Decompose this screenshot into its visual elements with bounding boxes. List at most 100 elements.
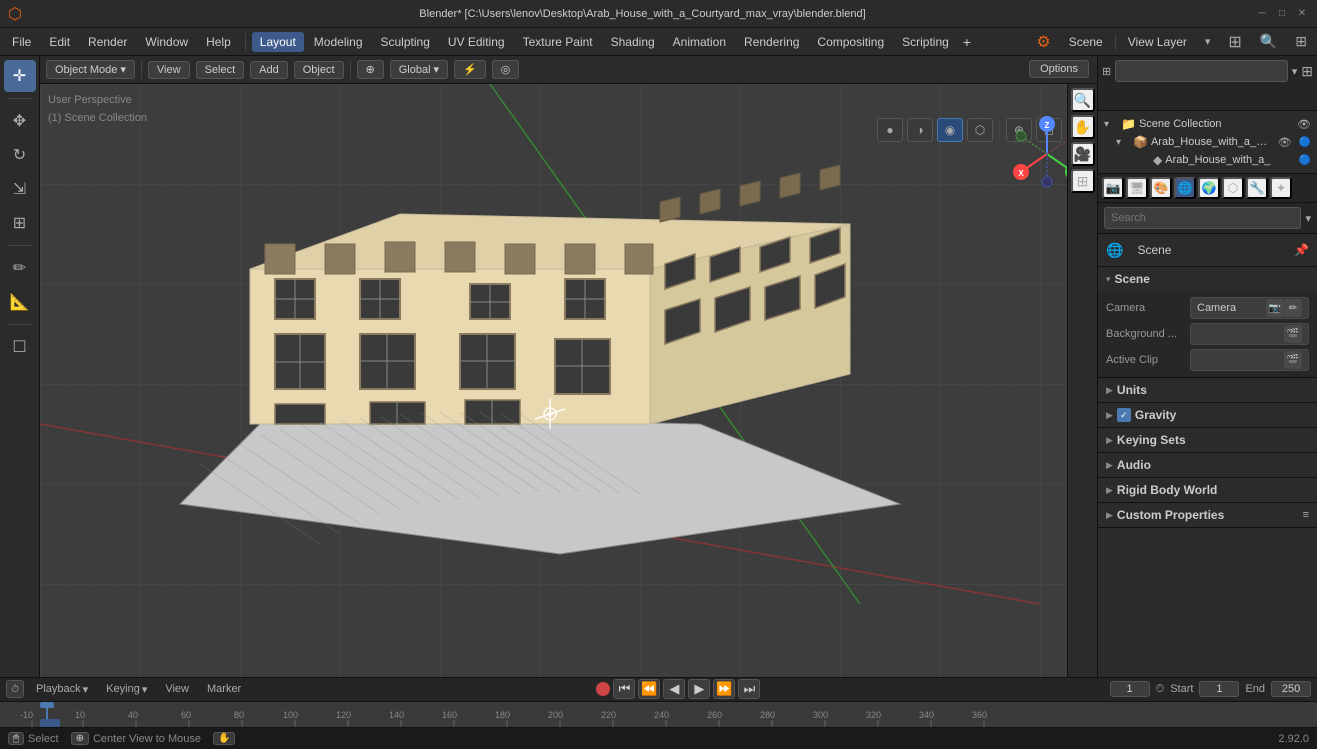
arab-house-render-vis[interactable]: 🔵: [1299, 137, 1311, 148]
tab-uv-editing[interactable]: UV Editing: [440, 32, 513, 52]
custom-props-menu[interactable]: ≡: [1303, 509, 1309, 521]
transform-tool-button[interactable]: ⊞: [4, 207, 36, 239]
custom-props-header[interactable]: ▶ Custom Properties ≡: [1098, 503, 1317, 527]
select-menu-button[interactable]: Select: [196, 61, 245, 79]
prop-render-tab[interactable]: 📷: [1102, 177, 1124, 199]
keying-sets-header[interactable]: ▶ Keying Sets: [1098, 428, 1317, 452]
tab-texture-paint[interactable]: Texture Paint: [515, 32, 601, 52]
tab-scripting[interactable]: Scripting: [894, 32, 957, 52]
restore-button[interactable]: □: [1275, 7, 1289, 21]
arab-house-collection-item[interactable]: ▾ 📦 Arab_House_with_a_Cou 👁 🔵: [1116, 133, 1311, 151]
play-backward-button[interactable]: ◀: [663, 679, 685, 699]
menu-help[interactable]: Help: [198, 32, 239, 52]
scene-collection-item[interactable]: ▾ 📁 Scene Collection 👁: [1104, 115, 1311, 133]
skip-to-end-button[interactable]: ⏭: [738, 679, 760, 699]
next-keyframe-button[interactable]: ⏩: [713, 679, 735, 699]
rigid-body-header[interactable]: ▶ Rigid Body World: [1098, 478, 1317, 502]
units-section-header[interactable]: ▶ Units: [1098, 378, 1317, 402]
cursor-tool-button[interactable]: ✛: [4, 60, 36, 92]
view-menu-button[interactable]: View: [159, 681, 195, 697]
gravity-section-header[interactable]: ▶ ✓ Gravity: [1098, 403, 1317, 427]
measure-tool-button[interactable]: 📐: [4, 286, 36, 318]
viewport-shading-rendered[interactable]: ●: [877, 118, 903, 142]
prop-world-tab[interactable]: 🌍: [1198, 177, 1220, 199]
viewport-shading-preview[interactable]: ◑: [907, 118, 933, 142]
zoom-button[interactable]: 🔍: [1071, 88, 1095, 112]
viewport-shading-solid[interactable]: ◉: [937, 118, 963, 142]
menu-edit[interactable]: Edit: [41, 32, 78, 52]
render-slots-icon[interactable]: ⊞: [1222, 30, 1247, 54]
timeline-track[interactable]: -10 10 40 60 80 100 120 140 160 180 200 …: [0, 702, 1317, 727]
tab-compositing[interactable]: Compositing: [809, 32, 892, 52]
proportional-button[interactable]: ◎: [492, 60, 520, 79]
viewport-shading-wireframe[interactable]: ⬡: [967, 118, 993, 142]
viewport-canvas[interactable]: User Perspective (1) Scene Collection ● …: [40, 84, 1097, 677]
mesh-render-vis[interactable]: 🔵: [1299, 155, 1311, 166]
tab-rendering[interactable]: Rendering: [736, 32, 807, 52]
arab-house-mesh-item[interactable]: ◆ Arab_House_with_a_ 🔵: [1140, 151, 1311, 169]
object-menu-button[interactable]: Object: [294, 61, 344, 79]
menu-file[interactable]: File: [4, 32, 39, 52]
record-button[interactable]: [596, 682, 610, 696]
tab-sculpting[interactable]: Sculpting: [373, 32, 438, 52]
toggle-ortho-button[interactable]: ⊞: [1071, 169, 1095, 193]
skip-to-start-button[interactable]: ⏮: [613, 679, 635, 699]
gravity-checkbox[interactable]: ✓: [1117, 408, 1131, 422]
activeclip-video-icon[interactable]: 🎬: [1284, 351, 1302, 369]
timeline-icon-button[interactable]: ⏱: [6, 680, 24, 698]
tab-animation[interactable]: Animation: [665, 32, 734, 52]
prop-particles-tab[interactable]: ✦: [1270, 177, 1292, 199]
prop-output-tab[interactable]: 🖥: [1126, 177, 1148, 199]
view-menu-button[interactable]: View: [148, 61, 190, 79]
keying-menu-button[interactable]: Keying ▾: [100, 681, 153, 698]
snap-button[interactable]: ⚡: [454, 60, 486, 79]
camera-view-button[interactable]: 🎥: [1071, 142, 1095, 166]
filter-icon[interactable]: ⊞: [1289, 31, 1313, 52]
current-frame-display[interactable]: 1: [1110, 681, 1150, 697]
engine-name[interactable]: Scene: [1063, 33, 1109, 51]
marker-menu-button[interactable]: Marker: [201, 681, 247, 697]
add-tab-button[interactable]: +: [959, 34, 975, 50]
annotate-tool-button[interactable]: ✏: [4, 252, 36, 284]
pan-button[interactable]: ✋: [1071, 115, 1095, 139]
search-icon[interactable]: 🔍: [1254, 31, 1283, 52]
prop-modifier-tab[interactable]: 🔧: [1246, 177, 1268, 199]
end-frame-input[interactable]: 250: [1271, 681, 1311, 697]
props-search-dropdown[interactable]: ▾: [1305, 212, 1311, 225]
rotate-tool-button[interactable]: ↻: [4, 139, 36, 171]
start-frame-input[interactable]: 1: [1199, 681, 1239, 697]
scale-tool-button[interactable]: ⇲: [4, 173, 36, 205]
add-menu-button[interactable]: Add: [250, 61, 288, 79]
options-button[interactable]: Options: [1029, 60, 1089, 78]
object-mode-dropdown[interactable]: Object Mode ▾: [46, 60, 135, 79]
arab-house-visibility[interactable]: 👁: [1278, 136, 1292, 149]
playback-menu-button[interactable]: Playback ▾: [30, 681, 94, 698]
frame-marker[interactable]: [40, 719, 60, 727]
camera-prop-value[interactable]: Camera 📷 ✏: [1190, 297, 1309, 319]
activeclip-prop-value[interactable]: 🎬: [1190, 349, 1309, 371]
prop-object-tab[interactable]: ⬡: [1222, 177, 1244, 199]
tab-shading[interactable]: Shading: [603, 32, 663, 52]
global-transform-button[interactable]: Global ▾: [390, 60, 448, 79]
props-search-input[interactable]: [1104, 207, 1301, 229]
menu-window[interactable]: Window: [137, 32, 196, 52]
prev-keyframe-button[interactable]: ⏪: [638, 679, 660, 699]
scene-section-header[interactable]: ▾ Scene: [1098, 267, 1317, 291]
audio-section-header[interactable]: ▶ Audio: [1098, 453, 1317, 477]
tab-layout[interactable]: Layout: [252, 32, 304, 52]
background-prop-value[interactable]: 🎬: [1190, 323, 1309, 345]
view-layer-label[interactable]: View Layer: [1122, 33, 1193, 51]
scene-pin-icon[interactable]: 📌: [1294, 243, 1309, 257]
minimize-button[interactable]: ─: [1255, 7, 1269, 21]
menu-render[interactable]: Render: [80, 32, 135, 52]
view-layer-dropdown[interactable]: ▾: [1199, 33, 1217, 50]
background-video-icon[interactable]: 🎬: [1284, 325, 1302, 343]
add-cube-tool-button[interactable]: ☐: [4, 331, 36, 363]
play-forward-button[interactable]: ▶: [688, 679, 710, 699]
scene-collection-visibility[interactable]: 👁: [1297, 118, 1311, 131]
camera-edit-icon[interactable]: ✏: [1284, 299, 1302, 317]
prop-view-layer-tab[interactable]: 🎨: [1150, 177, 1172, 199]
prop-scene-tab[interactable]: 🌐: [1174, 177, 1196, 199]
transform-icon-button[interactable]: ⊕: [357, 60, 384, 79]
move-tool-button[interactable]: ✥: [4, 105, 36, 137]
